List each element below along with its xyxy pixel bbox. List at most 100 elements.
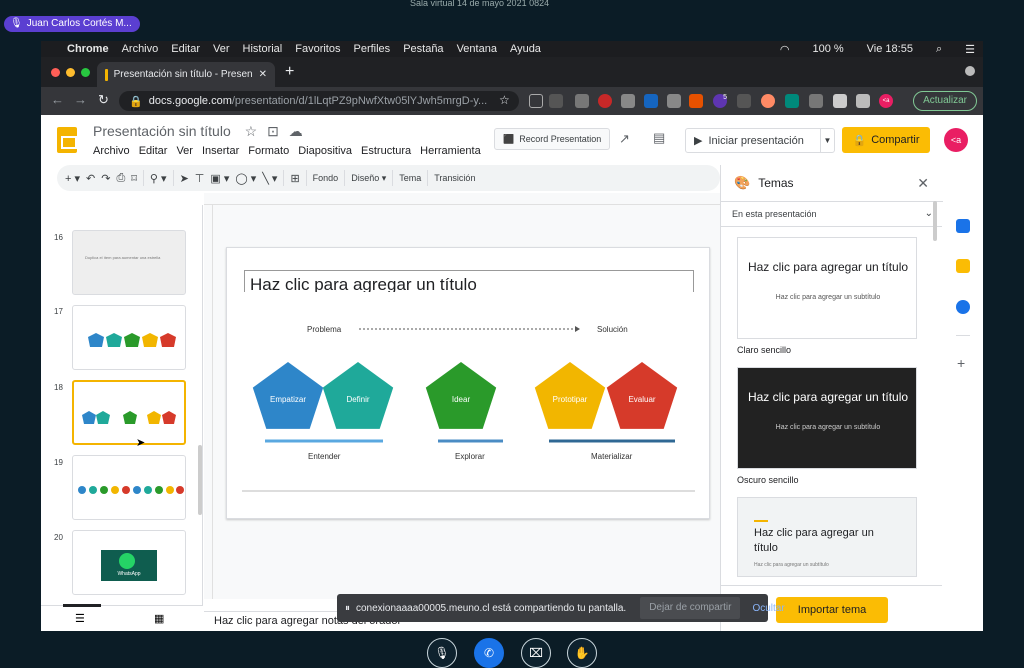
close-window-icon[interactable] (51, 68, 60, 77)
text-box-icon[interactable]: ⊤ (195, 172, 205, 185)
wifi-icon[interactable]: ◠ (780, 43, 790, 56)
horizontal-ruler[interactable] (204, 193, 720, 205)
design-thinking-diagram[interactable]: Problema Solución Empatizar Definir Idear P… (227, 248, 711, 520)
record-presentation-button[interactable]: ⬛ Record Presentation (494, 128, 611, 150)
browser-tab[interactable]: Presentación sin título - Presen ✕ (97, 62, 275, 87)
reload-icon[interactable]: ↻ (98, 92, 109, 108)
document-title-text[interactable]: Presentación sin título (93, 123, 231, 139)
share-button[interactable]: 🔒 Compartir (842, 127, 930, 153)
hide-bar-button[interactable]: Ocultar (752, 603, 784, 614)
slide-canvas-area[interactable]: Haz clic para agregar un título Problema… (204, 205, 720, 599)
docs-menu-formato[interactable]: Formato (248, 145, 289, 157)
slide-thumbnail-17[interactable] (72, 305, 186, 370)
add-addon-icon[interactable]: + (957, 355, 965, 371)
slide-filmstrip[interactable]: 16 Duplica el ítem para aumentar una est… (41, 205, 203, 631)
extension-icon-teal[interactable] (785, 94, 799, 108)
camera-icon[interactable] (621, 94, 635, 108)
bookmark-star-icon[interactable]: ☆ (499, 93, 510, 107)
transition-button[interactable]: Transición (434, 173, 475, 183)
vertical-ruler[interactable] (204, 205, 213, 599)
undo-icon[interactable]: ↶ (86, 172, 95, 185)
docs-menu-archivo[interactable]: Archivo (93, 145, 130, 157)
comments-icon[interactable]: ▤ (653, 130, 665, 146)
extension-icon-b[interactable] (667, 94, 681, 108)
puzzle-icon[interactable] (833, 94, 847, 108)
menu-historial[interactable]: Historial (243, 43, 283, 55)
shape-icon[interactable]: ◯ ▾ (235, 172, 256, 185)
calendar-icon[interactable] (956, 219, 970, 233)
docs-menu-editar[interactable]: Editar (139, 145, 168, 157)
adblock-icon[interactable] (598, 94, 612, 108)
image-icon[interactable]: ▣ ▾ (210, 172, 229, 185)
slides-logo-icon[interactable] (57, 127, 77, 153)
stop-sharing-button[interactable]: Dejar de compartir (640, 597, 741, 619)
extension-icon-circle[interactable] (761, 94, 775, 108)
background-button[interactable]: Fondo (313, 173, 339, 183)
maximize-window-icon[interactable] (81, 68, 90, 77)
menu-archivo[interactable]: Archivo (122, 43, 159, 55)
print-icon[interactable]: ⎙ (116, 172, 125, 185)
phone-button[interactable]: ✆ (474, 638, 504, 668)
present-dropdown-icon[interactable]: ▼ (820, 129, 834, 152)
current-slide[interactable]: Haz clic para agregar un título Problema… (226, 247, 710, 519)
address-bar[interactable]: 🔒 docs.google.com/presentation/d/1lLqtPZ… (119, 91, 519, 111)
theme-card-light[interactable]: Haz clic para agregar un título Haz clic… (737, 237, 917, 339)
tab-menu-icon[interactable] (965, 66, 975, 76)
add-comment-icon[interactable]: ⊞ (290, 172, 299, 185)
star-icon[interactable]: ☆ (245, 123, 258, 139)
new-tab-icon[interactable]: + (285, 63, 294, 81)
theme-card-dark[interactable]: Haz clic para agregar un título Haz clic… (737, 367, 917, 469)
docs-menu-estructura[interactable]: Estructura (361, 145, 411, 157)
activity-trend-icon[interactable]: ↗ (619, 131, 630, 147)
account-avatar[interactable]: <a (944, 128, 968, 152)
import-theme-button[interactable]: Importar tema (776, 597, 888, 623)
extension-icon-f[interactable] (737, 94, 751, 108)
themes-scrollbar[interactable] (933, 201, 937, 241)
raise-hand-button[interactable]: ✋ (567, 638, 597, 668)
minimize-window-icon[interactable] (66, 68, 75, 77)
filmstrip-scrollbar[interactable] (198, 445, 202, 515)
menu-chrome[interactable]: Chrome (67, 43, 109, 55)
slide-thumbnail-19[interactable] (72, 455, 186, 520)
update-button[interactable]: Actualizar (913, 91, 977, 111)
theme-button[interactable]: Tema (399, 173, 421, 183)
menu-ayuda[interactable]: Ayuda (510, 43, 541, 55)
menu-pestana[interactable]: Pestaña (403, 43, 443, 55)
camera-off-button[interactable]: ⌧ (521, 638, 551, 668)
select-cursor-icon[interactable]: ➤ (180, 172, 189, 185)
list-icon[interactable]: ☰ (965, 43, 975, 56)
docs-menu-ver[interactable]: Ver (176, 145, 193, 157)
keep-icon[interactable] (956, 259, 970, 273)
shield-check-icon[interactable] (644, 94, 658, 108)
menu-ventana[interactable]: Ventana (457, 43, 497, 55)
layout-button[interactable]: Diseño ▾ (351, 173, 386, 184)
back-icon[interactable]: ← (51, 92, 64, 107)
theme-card-streamline[interactable]: Haz clic para agregar un título Haz clic… (737, 497, 917, 577)
grid-view-icon[interactable]: ▦ (154, 612, 164, 625)
extension-icon-tool[interactable] (809, 94, 823, 108)
slide-thumbnail-18-selected[interactable] (72, 380, 186, 445)
slide-thumbnail-16[interactable]: Duplica el ítem para aumentar una estrel… (72, 230, 186, 295)
reading-list-icon[interactable] (856, 94, 870, 108)
tasks-icon[interactable] (956, 300, 970, 314)
paint-format-icon[interactable]: ⌑ (131, 172, 137, 185)
extension-icon-3[interactable] (575, 94, 589, 108)
zoom-icon[interactable]: ⚲ ▾ (150, 172, 167, 185)
tab-close-icon[interactable]: ✕ (259, 69, 267, 80)
docs-menu-herramientas[interactable]: Herramienta (420, 145, 481, 157)
move-folder-icon[interactable]: ⊡ (267, 123, 279, 139)
slide-thumbnail-20[interactable]: WhatsApp (72, 530, 186, 595)
extension-icon-chart[interactable] (689, 94, 703, 108)
extension-icon-2[interactable] (549, 94, 563, 108)
new-slide-icon[interactable]: + ▾ (65, 172, 80, 185)
docs-menu-diapositiva[interactable]: Diapositiva (298, 145, 352, 157)
document-title[interactable]: Presentación sin título ☆ ⊡ ☁ (93, 123, 303, 140)
extension-badge-icon[interactable]: 5 (713, 94, 727, 108)
profile-icon[interactable]: <a (879, 94, 893, 108)
search-icon[interactable]: ⌕ (936, 43, 942, 56)
docs-menu-insertar[interactable]: Insertar (202, 145, 239, 157)
menu-favoritos[interactable]: Favoritos (295, 43, 340, 55)
present-button[interactable]: ▶ Iniciar presentación ▼ (685, 128, 835, 153)
extension-icon-1[interactable] (529, 94, 543, 108)
forward-icon[interactable]: → (74, 92, 87, 107)
